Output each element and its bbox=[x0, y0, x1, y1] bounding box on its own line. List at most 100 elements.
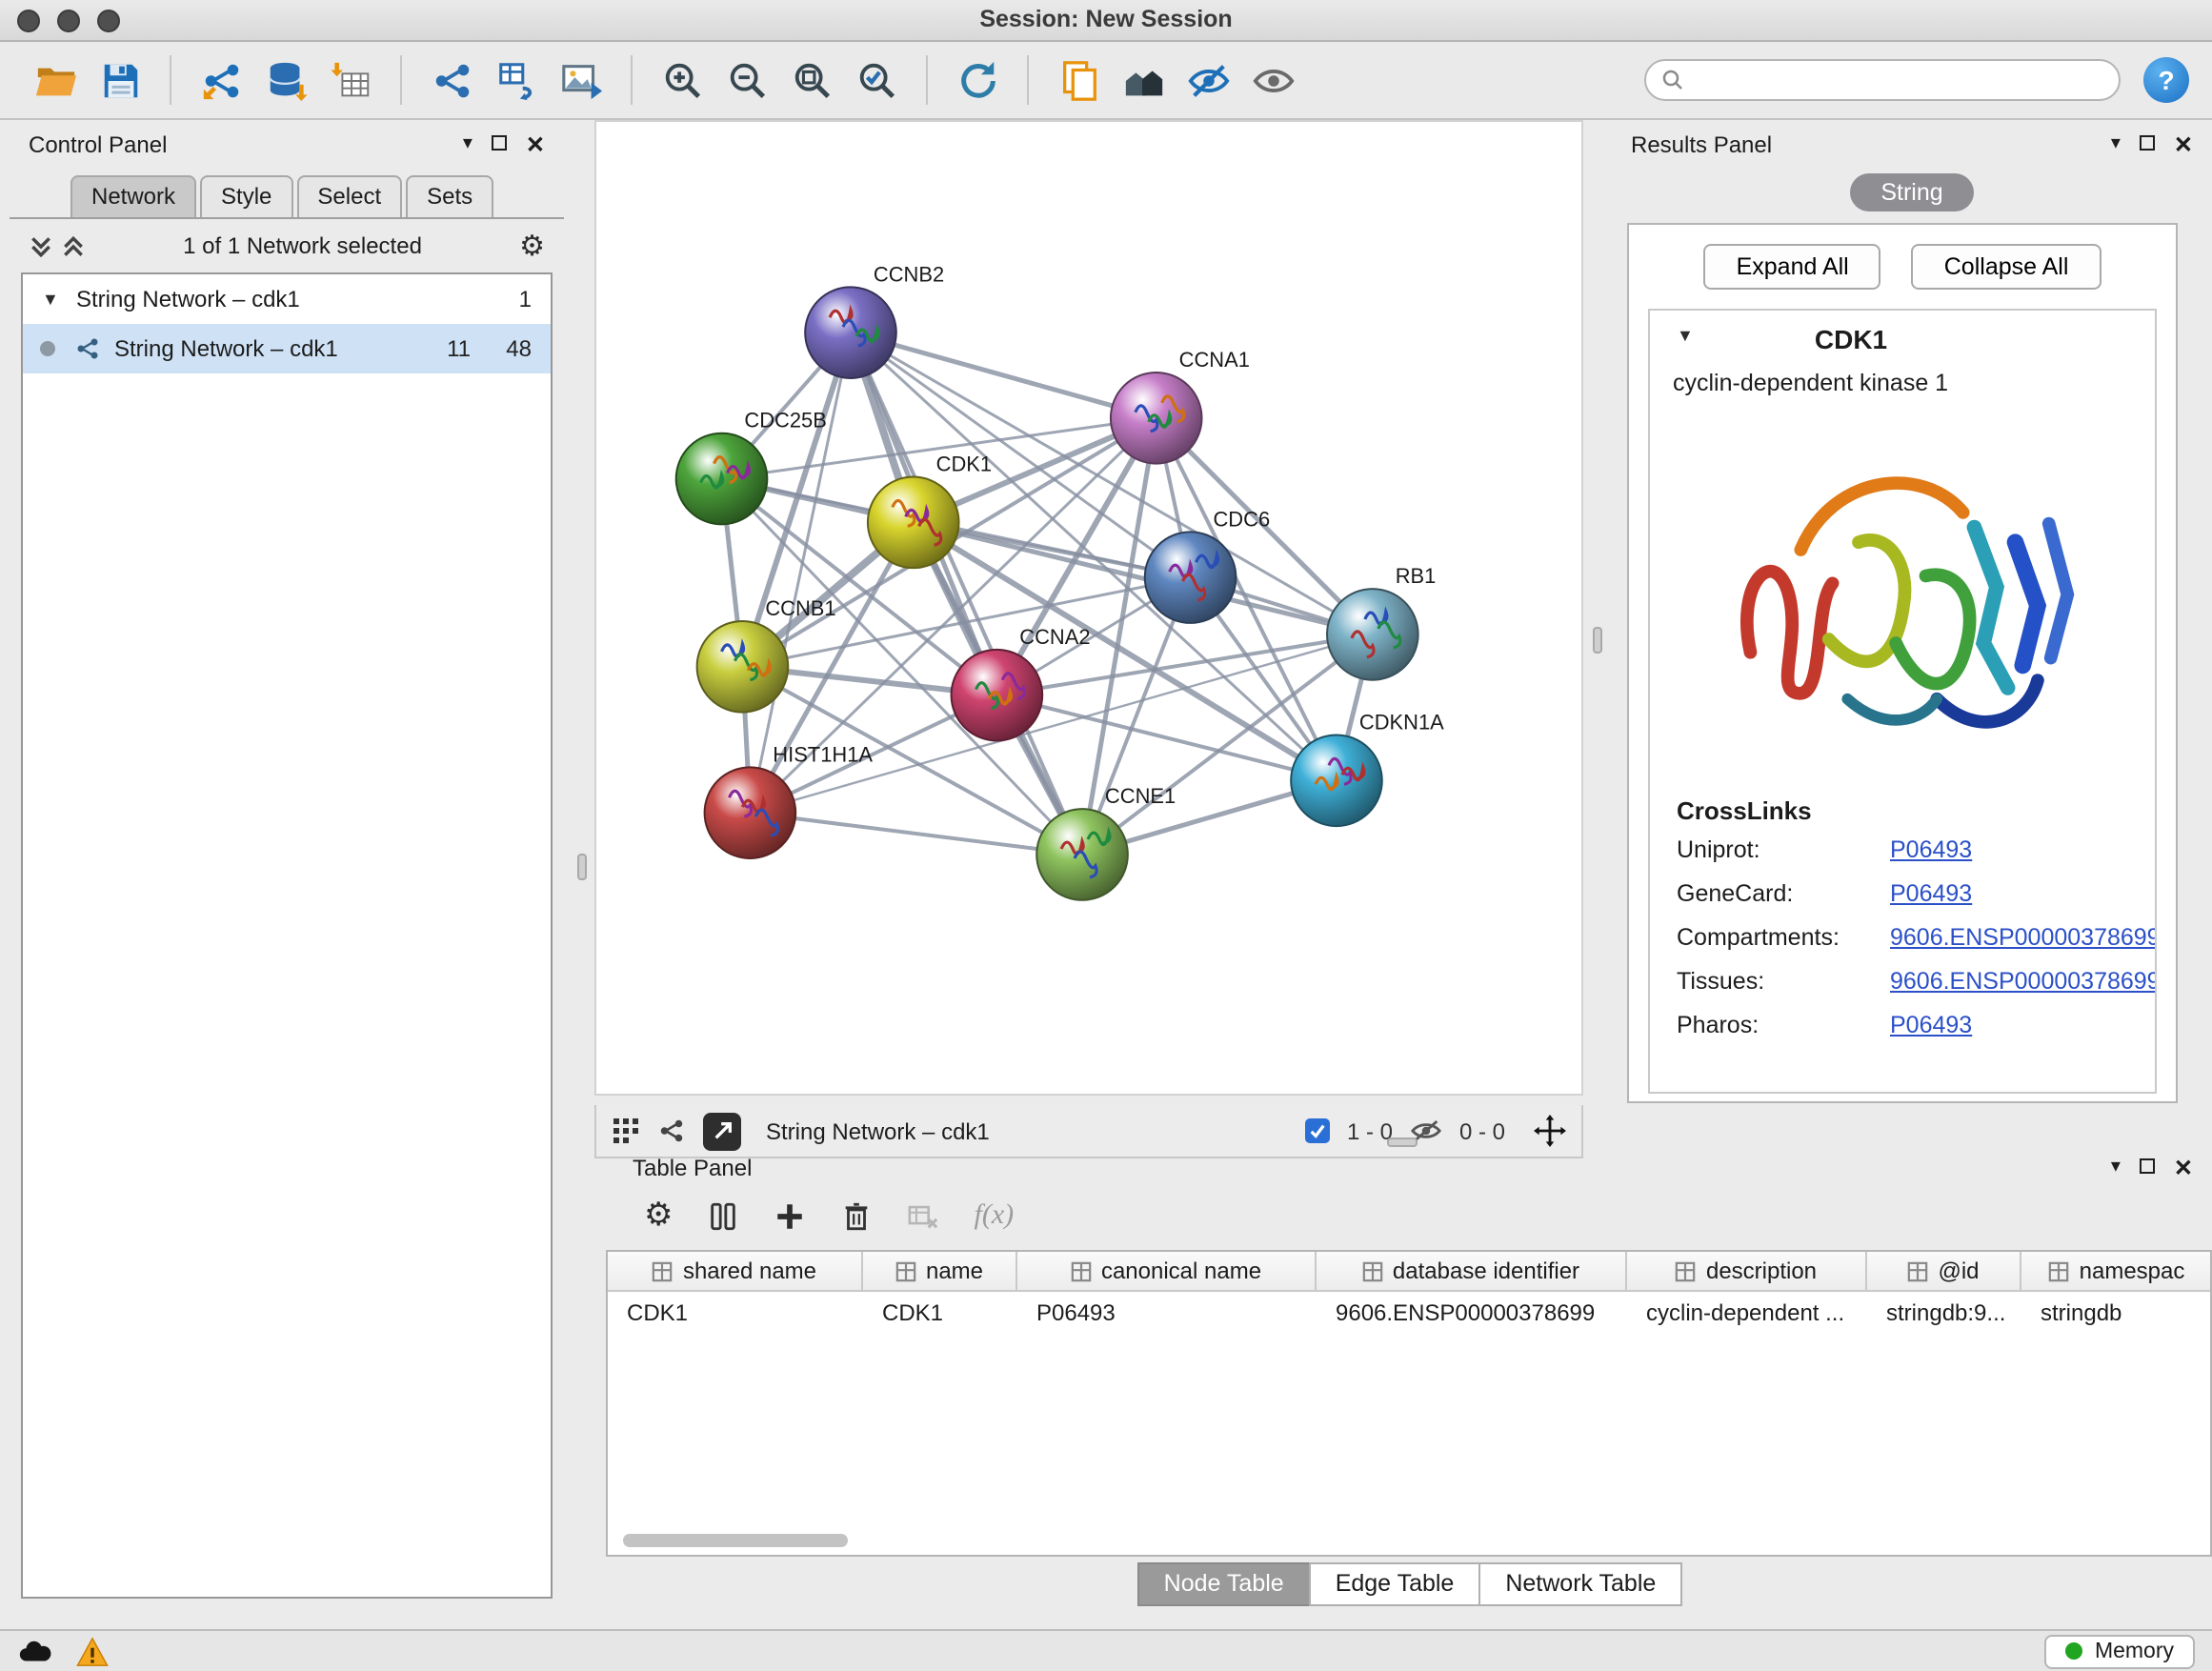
image-annotation-button[interactable] bbox=[549, 50, 613, 111]
table-cell[interactable]: stringdb:9... bbox=[1867, 1292, 2021, 1334]
panel-menu-icon[interactable]: ▾ bbox=[2111, 1158, 2121, 1178]
selected-checkbox-icon[interactable] bbox=[1305, 1118, 1330, 1143]
import-network-database-button[interactable] bbox=[253, 50, 318, 111]
apply-function-icon[interactable]: f(x) bbox=[975, 1199, 1015, 1232]
crosslink-value-link[interactable]: 9606.ENSP00000378699 bbox=[1890, 968, 2157, 995]
add-column-icon[interactable] bbox=[774, 1199, 807, 1232]
tree-expanded-icon[interactable]: ▼ bbox=[42, 290, 61, 309]
column-header-database-identifier[interactable]: database identifier bbox=[1317, 1252, 1627, 1290]
network-node-ccne1[interactable] bbox=[1036, 809, 1128, 900]
pan-crosshair-icon[interactable] bbox=[1534, 1115, 1566, 1147]
birdseye-grid-icon[interactable] bbox=[612, 1117, 640, 1145]
gene-card-cdk1: ▼ CDK1 cyclin-dependent kinase 1 bbox=[1648, 309, 2157, 1094]
zoom-selected-button[interactable] bbox=[844, 50, 909, 111]
network-tools-button[interactable] bbox=[419, 50, 484, 111]
delete-table-icon[interactable] bbox=[908, 1199, 940, 1232]
table-cell[interactable]: stringdb bbox=[2021, 1292, 2212, 1334]
table-cell[interactable]: 9606.ENSP00000378699 bbox=[1317, 1292, 1627, 1334]
network-node-ccnb2[interactable] bbox=[805, 287, 896, 378]
string-tab-badge[interactable]: String bbox=[1850, 173, 1973, 211]
import-table-file-button[interactable] bbox=[318, 50, 383, 111]
zoom-fit-button[interactable] bbox=[779, 50, 844, 111]
panel-menu-icon[interactable]: ▾ bbox=[2111, 135, 2121, 154]
column-header-description[interactable]: description bbox=[1627, 1252, 1867, 1290]
tab-node-table[interactable]: Node Table bbox=[1137, 1562, 1311, 1606]
crosslink-value-link[interactable]: P06493 bbox=[1890, 836, 2157, 863]
open-in-new-window-button[interactable] bbox=[703, 1112, 741, 1150]
memory-button[interactable]: Memory bbox=[2045, 1634, 2195, 1668]
expand-all-button[interactable]: Expand All bbox=[1704, 244, 1881, 290]
gene-card-header[interactable]: ▼ CDK1 bbox=[1650, 311, 2155, 370]
table-cell[interactable]: cyclin-dependent ... bbox=[1627, 1292, 1867, 1334]
network-node-ccnb1[interactable] bbox=[697, 621, 789, 713]
crosslink-value-link[interactable]: P06493 bbox=[1890, 1012, 2157, 1038]
search-box[interactable] bbox=[1644, 59, 2121, 101]
network-edge[interactable] bbox=[851, 332, 1082, 855]
import-network-file-button[interactable] bbox=[189, 50, 253, 111]
collapse-all-icon[interactable] bbox=[29, 233, 53, 258]
help-button[interactable]: ? bbox=[2143, 57, 2189, 103]
network-collection-row[interactable]: ▼ String Network – cdk1 1 bbox=[23, 274, 551, 324]
table-row[interactable]: CDK1CDK1P064939606.ENSP00000378699cyclin… bbox=[608, 1292, 2210, 1334]
panel-close-icon[interactable]: ✕ bbox=[2174, 133, 2193, 156]
crosslink-label: GeneCard: bbox=[1677, 880, 1890, 907]
zoom-in-button[interactable] bbox=[650, 50, 714, 111]
panel-menu-icon[interactable]: ▾ bbox=[463, 135, 473, 154]
table-cell[interactable]: P06493 bbox=[1017, 1292, 1317, 1334]
hide-elements-button[interactable] bbox=[1176, 50, 1240, 111]
column-header-namespac[interactable]: namespac bbox=[2021, 1252, 2212, 1290]
delete-column-trash-icon[interactable] bbox=[841, 1199, 874, 1232]
splitter-handle-bottom[interactable] bbox=[1387, 1137, 1418, 1147]
collapse-all-button[interactable]: Collapse All bbox=[1912, 244, 2101, 290]
zoom-out-button[interactable] bbox=[714, 50, 779, 111]
open-session-button[interactable] bbox=[23, 50, 88, 111]
show-elements-button[interactable] bbox=[1240, 50, 1305, 111]
duplicate-page-button[interactable] bbox=[1046, 50, 1111, 111]
tab-select[interactable]: Select bbox=[296, 175, 402, 217]
network-edge[interactable] bbox=[750, 813, 1082, 855]
horizontal-scrollbar[interactable] bbox=[623, 1534, 848, 1547]
table-panel-title: Table Panel bbox=[633, 1155, 752, 1181]
share-network-icon[interactable] bbox=[657, 1117, 686, 1145]
network-edge[interactable] bbox=[750, 332, 851, 813]
splitter-handle-left[interactable] bbox=[577, 854, 587, 880]
table-cell[interactable]: CDK1 bbox=[863, 1292, 1017, 1334]
network-node-rb1[interactable] bbox=[1327, 589, 1418, 680]
memory-label: Memory bbox=[2095, 1640, 2174, 1662]
panel-close-icon[interactable]: ✕ bbox=[526, 133, 545, 156]
search-input[interactable] bbox=[1696, 69, 2103, 91]
table-cell[interactable]: CDK1 bbox=[608, 1292, 863, 1334]
birdseye-home-button[interactable] bbox=[1111, 50, 1176, 111]
network-row-selected[interactable]: String Network – cdk1 11 48 bbox=[23, 324, 551, 373]
tab-edge-table[interactable]: Edge Table bbox=[1309, 1562, 1481, 1606]
panel-float-icon[interactable] bbox=[2140, 1158, 2155, 1178]
network-canvas[interactable]: CCNB2CCNA1CDC25BCDK1CDC6RB1CCNB1CCNA2CDK… bbox=[594, 120, 1583, 1096]
tab-network-table[interactable]: Network Table bbox=[1478, 1562, 1682, 1606]
table-settings-gear-icon[interactable]: ⚙ bbox=[644, 1199, 674, 1232]
collapse-card-icon[interactable]: ▼ bbox=[1677, 326, 1694, 345]
tab-style[interactable]: Style bbox=[200, 175, 292, 217]
network-node-cdc6[interactable] bbox=[1145, 532, 1237, 623]
results-panel-title: Results Panel bbox=[1631, 131, 1772, 158]
warning-icon[interactable] bbox=[76, 1636, 109, 1666]
tab-network[interactable]: Network bbox=[70, 175, 196, 217]
splitter-handle-right[interactable] bbox=[1593, 627, 1602, 654]
column-header-name[interactable]: name bbox=[863, 1252, 1017, 1290]
toolbar-separator bbox=[170, 55, 171, 105]
crosslink-value-link[interactable]: P06493 bbox=[1890, 880, 2157, 907]
cloud-icon[interactable] bbox=[17, 1638, 53, 1664]
panel-close-icon[interactable]: ✕ bbox=[2174, 1157, 2193, 1179]
expand-all-icon[interactable] bbox=[61, 233, 86, 258]
crosslink-value-link[interactable]: 9606.ENSP00000378699 bbox=[1890, 924, 2157, 951]
network-table-button[interactable] bbox=[484, 50, 549, 111]
column-header-shared-name[interactable]: shared name bbox=[608, 1252, 863, 1290]
show-columns-icon[interactable] bbox=[708, 1199, 740, 1232]
network-options-gear-icon[interactable]: ⚙ bbox=[519, 232, 545, 260]
column-header--id[interactable]: @id bbox=[1867, 1252, 2021, 1290]
panel-float-icon[interactable] bbox=[2140, 134, 2155, 155]
column-header-canonical-name[interactable]: canonical name bbox=[1017, 1252, 1317, 1290]
save-session-button[interactable] bbox=[88, 50, 152, 111]
tab-sets[interactable]: Sets bbox=[406, 175, 493, 217]
panel-float-icon[interactable] bbox=[492, 134, 507, 155]
refresh-layout-button[interactable] bbox=[945, 50, 1010, 111]
